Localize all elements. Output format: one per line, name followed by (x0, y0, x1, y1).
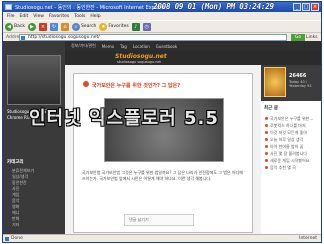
forward-button[interactable]: ▶ (27, 22, 36, 31)
recent-item[interactable]: 로봇킥스 하나를 마저 (264, 122, 320, 129)
badge-icon (264, 67, 286, 97)
post-bullet-icon (83, 81, 89, 87)
profile-photo (7, 55, 61, 105)
go-button[interactable]: Go (291, 34, 305, 41)
back-button[interactable]: ◀ Back (5, 22, 25, 31)
page-viewport[interactable]: Studiosogu PLAYLISTS Chrome RULES 카테고리 분… (3, 41, 321, 234)
visitor-sub: Today 40 / Yesterday 92 (289, 80, 312, 88)
minimize-button[interactable]: _ (293, 3, 301, 11)
site-logo-sub: studiosogu sogusogu.net (117, 60, 161, 64)
window-title: Studiosogu.net - 동인의 : 동인한잔 - Microsoft … (15, 5, 167, 11)
main-content: 국가보안은 누구를 위한 것인가? 그 답은? 국가보안법 국가보안법 그것은 … (65, 65, 261, 234)
address-input[interactable]: http://studiosogu.sogusogu.net/ (19, 34, 287, 41)
status-text: Done (11, 236, 23, 241)
back-label: Back (14, 24, 25, 29)
search-label: Search (80, 24, 97, 29)
left-sidebar: Studiosogu PLAYLISTS Chrome RULES 카테고리 분… (3, 41, 65, 234)
menu-help[interactable]: Help (90, 14, 100, 19)
zone-text: Internet (299, 236, 317, 241)
stop-icon: × (38, 22, 47, 31)
recent-item[interactable]: 아아 한여름 밤의 꿈 (264, 143, 320, 150)
window-controls: _ □ × (293, 3, 319, 11)
ie-icon (5, 4, 12, 10)
category-title: 카테고리 (7, 160, 24, 165)
visitor-box: 26466 Today 40 / Yesterday 92 (261, 65, 321, 101)
back-arrow-icon: ◀ (5, 22, 13, 31)
title-bar[interactable]: Studiosogu.net - 동인의 : 동인한잔 - Microsoft … (3, 2, 321, 12)
media-button[interactable]: ♪ (131, 22, 140, 31)
links-button[interactable]: Links (306, 35, 318, 40)
close-button[interactable]: × (311, 3, 319, 11)
recent-item[interactable]: 국가보안은 누구를 위한... (264, 115, 320, 122)
home-button[interactable]: ⌂ (60, 22, 69, 31)
recent-item[interactable]: 음악 추천 몇 곡 (264, 164, 320, 171)
menu-view[interactable]: View (33, 14, 44, 19)
media-icon: ♪ (131, 22, 140, 31)
history-icon: ◷ (142, 22, 151, 31)
recent-item[interactable]: 새로운 게임 시작했어요 (264, 157, 320, 164)
site-header: Studiosogu.net studiosogu sogusogu.net (65, 51, 321, 65)
nav-link[interactable]: Location (133, 44, 150, 49)
address-url: http://studiosogu.sogusogu.net/ (28, 35, 100, 40)
category-item[interactable]: 기타 (7, 222, 61, 228)
status-bar: Done Internet (3, 234, 321, 242)
history-button[interactable]: ◷ (142, 22, 151, 31)
home-icon: ⌂ (60, 22, 69, 31)
visitor-count: 26466 (289, 73, 307, 79)
menu-favorites[interactable]: Favorites (49, 14, 69, 19)
recent-list: 국가보안은 누구를 위한... 로봇킥스 하나를 마저 이것 저것 모든게 좋아… (264, 115, 320, 171)
nav-link[interactable]: Guestbook (156, 44, 178, 49)
search-icon: ⌕ (71, 22, 80, 31)
category-menu: 카테고리 분류전체보기 일상/생각 동인한잔 사진 게임 음악 영화 애니 만화… (7, 159, 61, 228)
blog-post: 국가보안은 누구를 위한 것인가? 그 답은? 국가보안법 국가보안법 그것은 … (73, 73, 253, 233)
refresh-button[interactable]: ↻ (49, 22, 58, 31)
recent-title: 최근 글 (264, 106, 278, 111)
page-icon (21, 36, 25, 40)
post-body: 국가보안법 국가보안법 그것은 누구를 위한 법일까요? 그 답은 나라가 안전… (82, 170, 243, 181)
maximize-button[interactable]: □ (302, 3, 310, 11)
toolbar: ◀ Back ▶ × ↻ ⌂ ⌕ Search ★ Favorites ♪ ◷ (3, 20, 321, 32)
watermark-caption: 인터넷 익스플로러 5.5 (29, 108, 219, 129)
favorites-label: Favorites (108, 24, 129, 29)
recent-item[interactable]: 이것 저것 모든게 좋아 (264, 129, 320, 136)
menu-edit[interactable]: Edit (20, 14, 29, 19)
menu-tools[interactable]: Tools (74, 14, 85, 19)
nav-link[interactable]: Memo (102, 44, 114, 49)
browser-window: Studiosogu.net - 동인의 : 동인한잔 - Microsoft … (2, 1, 322, 243)
nav-link[interactable]: Tag (120, 44, 127, 49)
forward-arrow-icon: ▶ (27, 22, 36, 31)
stop-button[interactable]: × (38, 22, 47, 31)
menu-bar: File Edit View Favorites Tools Help (3, 12, 321, 20)
right-sidebar: 26466 Today 40 / Yesterday 92 최근 글 국가보안은… (261, 65, 321, 234)
address-bar: Address http://studiosogu.sogusogu.net/ … (3, 32, 321, 41)
clock-overlay: 2008 09 01 (Mon) PM 03:24:29 (153, 2, 274, 11)
menu-file[interactable]: File (7, 14, 15, 19)
recent-item[interactable]: 오늘 하루 일상 생각 (264, 136, 320, 143)
site-top-nav: 정보/기타/관련 Memo Tag Location Guestbook (65, 41, 321, 51)
page-done-icon (5, 237, 9, 241)
search-button[interactable]: ⌕ Search (71, 22, 97, 31)
nav-link[interactable]: 정보/기타/관련 (71, 43, 96, 49)
refresh-icon: ↻ (49, 22, 58, 31)
favorites-button[interactable]: ★ Favorites (99, 22, 129, 31)
recent-item[interactable]: 사진 몇 장 올려봅니다 (264, 150, 320, 157)
reply-box[interactable]: 댓글 남기기 (124, 214, 194, 226)
site-logo[interactable]: Studiosogu.net (115, 53, 167, 60)
post-title[interactable]: 국가보안은 누구를 위한 것인가? 그 답은? (92, 82, 180, 89)
star-icon: ★ (99, 22, 108, 31)
